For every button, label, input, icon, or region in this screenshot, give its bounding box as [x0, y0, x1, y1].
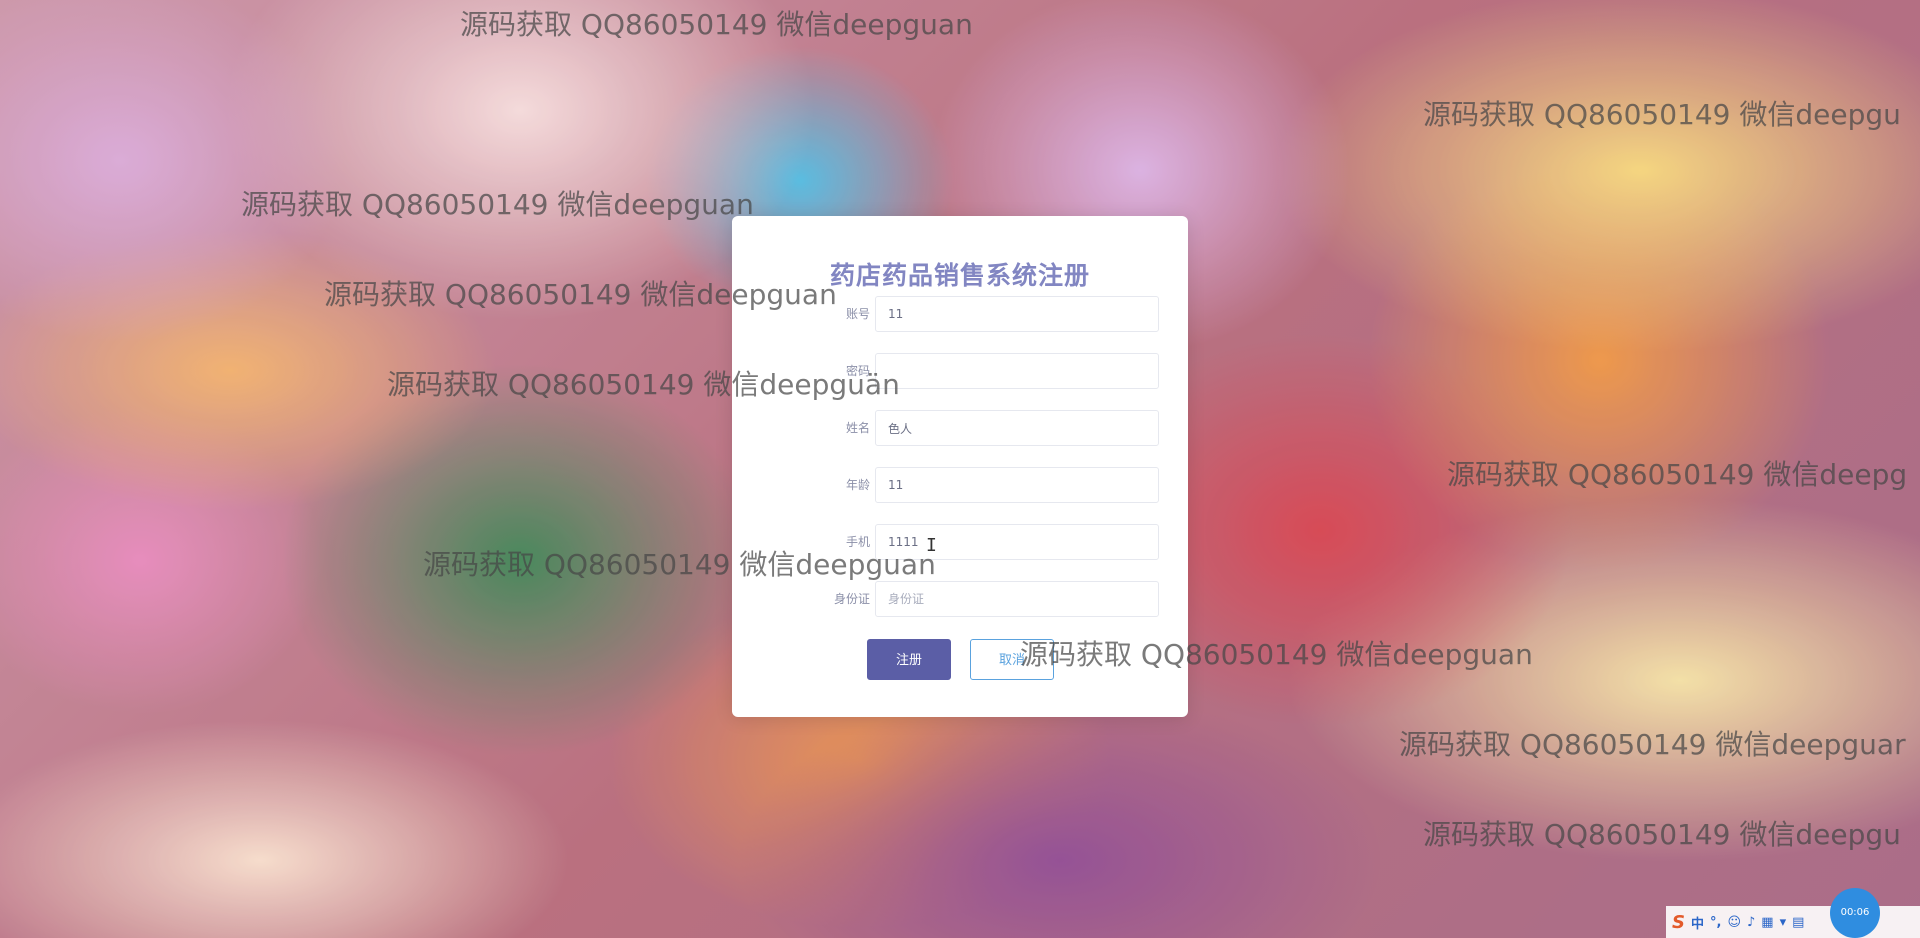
form-row-age: 年龄	[732, 467, 1188, 503]
punctuation-icon[interactable]: °,	[1710, 915, 1721, 930]
register-button[interactable]: 注册	[867, 639, 951, 680]
microphone-icon[interactable]: ♪	[1747, 915, 1755, 930]
form-row-account: 账号	[732, 296, 1188, 332]
form-row-idcard: 身份证	[732, 581, 1188, 617]
account-label: 账号	[845, 307, 870, 321]
password-label: 密码	[845, 364, 870, 378]
name-input[interactable]	[875, 410, 1159, 446]
form-row-phone: 手机	[732, 524, 1188, 560]
text-cursor-icon: I	[926, 535, 937, 556]
register-card: 药店药品销售系统注册 账号 密码 姓名 年龄 手机 身份证 注册 取消	[732, 216, 1188, 717]
age-input[interactable]	[875, 467, 1159, 503]
toolbox-icon[interactable]: ▤	[1792, 915, 1804, 930]
keyboard-icon[interactable]: ▦	[1761, 915, 1773, 930]
form-row-password: 密码	[732, 353, 1188, 389]
phone-label: 手机	[845, 535, 870, 549]
form-row-name: 姓名	[732, 410, 1188, 446]
ime-language-toggle[interactable]: 中	[1691, 913, 1704, 932]
register-title: 药店药品销售系统注册	[829, 261, 1090, 290]
cancel-button[interactable]: 取消	[970, 639, 1054, 680]
idcard-label: 身份证	[833, 592, 870, 606]
idcard-input[interactable]	[875, 581, 1159, 617]
password-input[interactable]	[875, 353, 1159, 389]
name-label: 姓名	[845, 421, 870, 435]
age-label: 年龄	[845, 478, 870, 492]
emoji-icon[interactable]: ☺	[1727, 915, 1741, 930]
phone-input[interactable]	[875, 524, 1159, 560]
sogou-logo-icon[interactable]: S	[1672, 912, 1685, 933]
recording-timer[interactable]: 00:06	[1830, 888, 1880, 938]
account-input[interactable]	[875, 296, 1159, 332]
skin-icon[interactable]: ▾	[1780, 915, 1787, 930]
ime-toolbar: S 中 °, ☺ ♪ ▦ ▾ ▤	[1666, 906, 1920, 938]
